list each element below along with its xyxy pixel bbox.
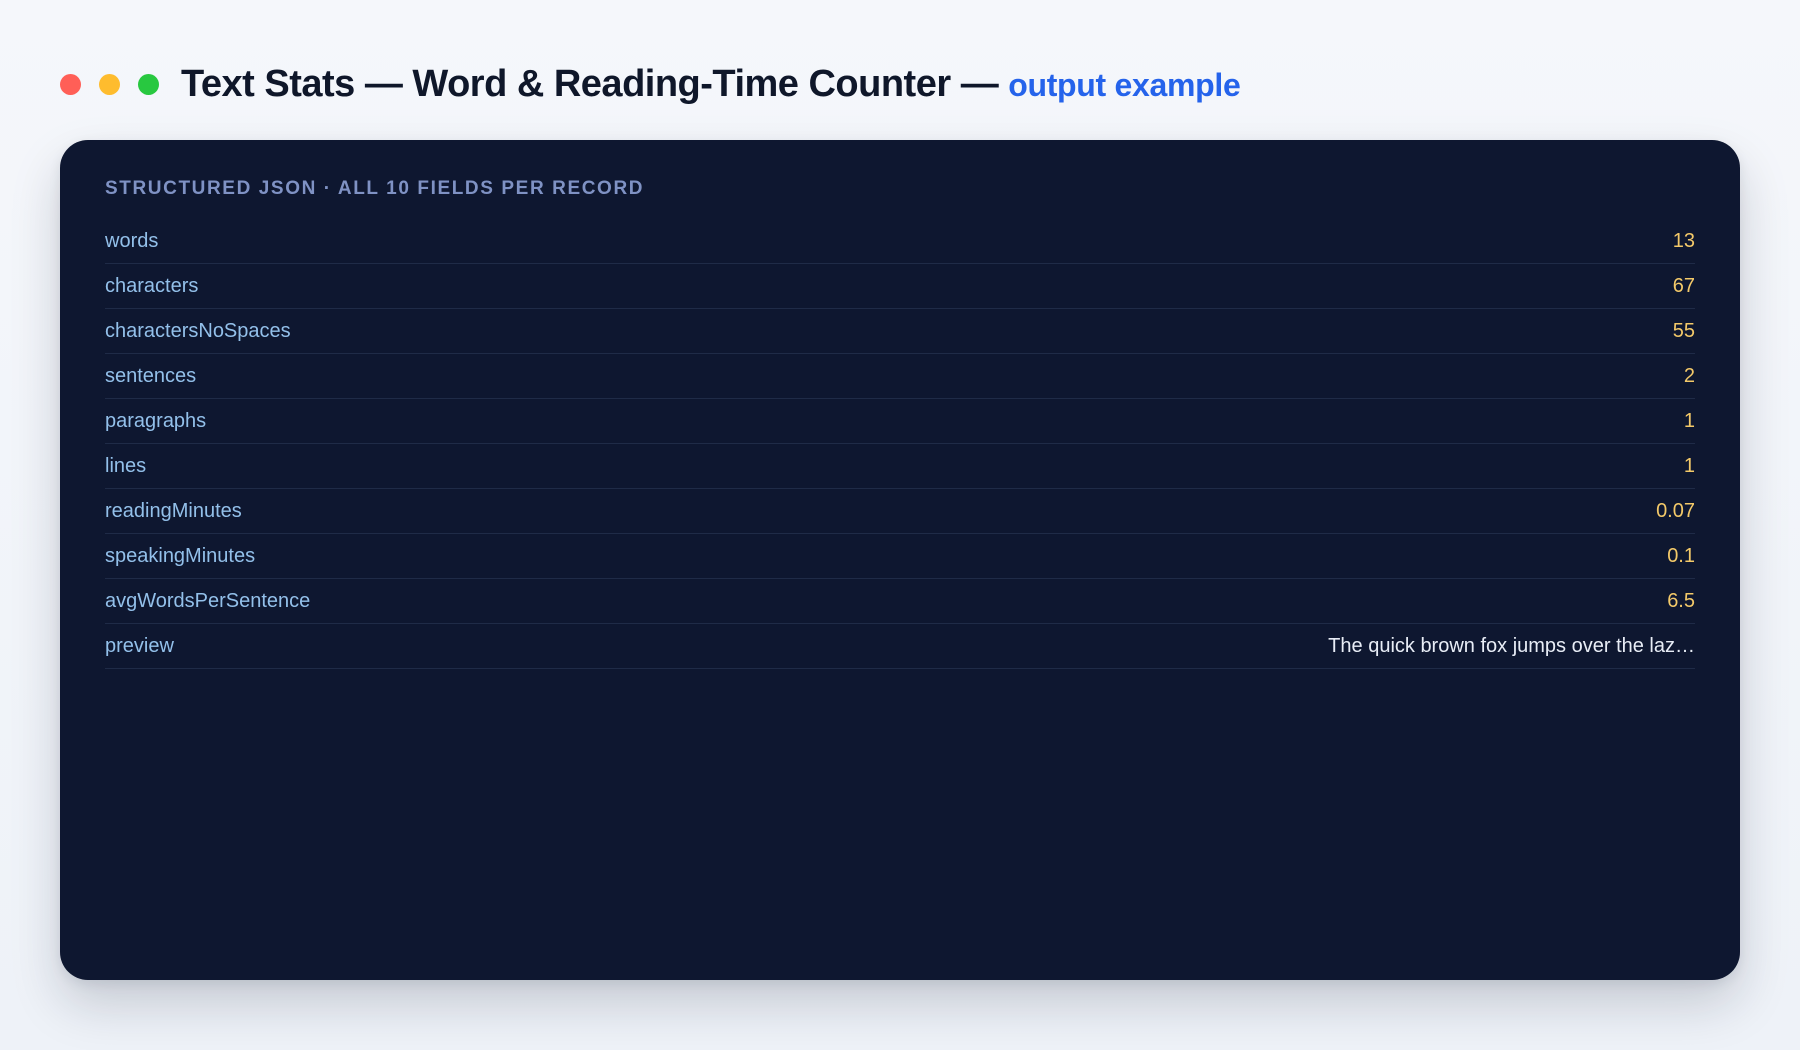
window-minimize-dot-icon[interactable]: [99, 73, 120, 95]
field-list: words 13 characters 67 charactersNoSpaces 55 s…: [105, 219, 1695, 669]
window-controls: [60, 73, 177, 95]
field-row: paragraphs 1: [105, 399, 1695, 444]
field-key: readingMinutes: [105, 499, 242, 522]
field-row: preview The quick brown fox jumps over th…: [105, 624, 1695, 669]
field-value: 6.5: [1667, 589, 1695, 612]
field-value: 2: [1683, 364, 1695, 387]
field-value: 0.1: [1667, 544, 1695, 567]
field-row: readingMinutes 0.07: [105, 489, 1695, 534]
header: Text Stats — Word & Reading-Time Counter…: [60, 60, 1241, 108]
window-maximize-dot-icon[interactable]: [138, 73, 159, 95]
field-row: words 13: [105, 219, 1695, 264]
field-key: preview: [105, 634, 174, 657]
window-close-dot-icon[interactable]: [60, 73, 81, 95]
field-key: paragraphs: [105, 409, 207, 432]
field-key: lines: [105, 454, 147, 477]
page-title: Text Stats — Word & Reading-Time Counter…: [181, 62, 1241, 106]
field-value: 1: [1683, 409, 1695, 432]
field-key: avgWordsPerSentence: [105, 589, 311, 612]
field-key: sentences: [105, 364, 197, 387]
field-key: charactersNoSpaces: [105, 319, 291, 342]
field-value: 67: [1672, 274, 1695, 297]
page-title-text: Text Stats — Word & Reading-Time Counter…: [181, 62, 999, 105]
field-row: avgWordsPerSentence 6.5: [105, 579, 1695, 624]
json-output-card: STRUCTURED JSON · ALL 10 FIELDS PER RECO…: [60, 140, 1740, 980]
field-value: The quick brown fox jumps over the laz…: [1328, 634, 1695, 657]
field-row: charactersNoSpaces 55: [105, 309, 1695, 354]
page-subtitle: output example: [1008, 66, 1241, 103]
field-row: lines 1: [105, 444, 1695, 489]
field-row: sentences 2: [105, 354, 1695, 399]
field-row: characters 67: [105, 264, 1695, 309]
field-value: 13: [1672, 229, 1695, 252]
field-key: speakingMinutes: [105, 544, 256, 567]
field-value: 1: [1683, 454, 1695, 477]
card-label: STRUCTURED JSON · ALL 10 FIELDS PER RECO…: [105, 178, 645, 199]
field-row: speakingMinutes 0.1: [105, 534, 1695, 579]
field-key: characters: [105, 274, 199, 297]
field-value: 0.07: [1656, 499, 1695, 522]
field-value: 55: [1672, 319, 1695, 342]
field-key: words: [105, 229, 159, 252]
